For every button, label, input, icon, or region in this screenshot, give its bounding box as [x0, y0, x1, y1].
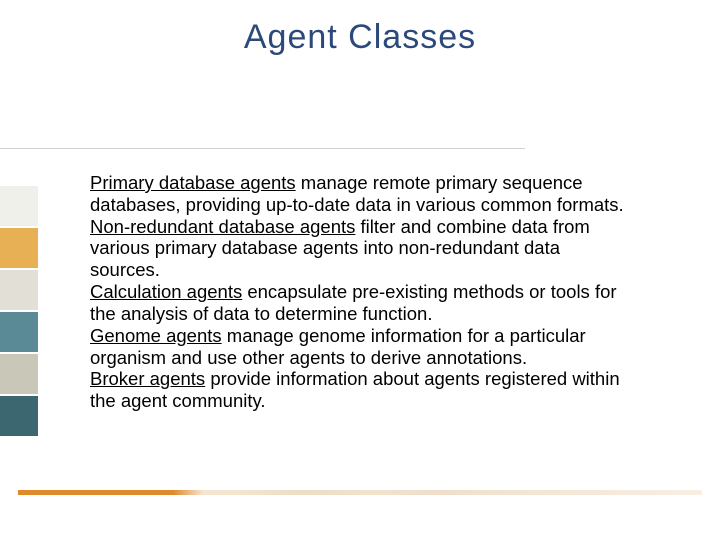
- item-1: Primary database agents manage remote pr…: [90, 172, 635, 216]
- footer-accent-segment: [18, 490, 173, 495]
- slide-title: Agent Classes: [0, 18, 720, 57]
- slide: Agent Classes Primary database agents ma…: [0, 0, 720, 540]
- item-label: Non-redundant database agents: [90, 216, 355, 237]
- item-label: Genome agents: [90, 325, 222, 346]
- item-5: Broker agents provide information about …: [90, 368, 635, 412]
- color-block: [0, 312, 38, 354]
- color-block: [0, 228, 38, 270]
- item-4: Genome agents manage genome information …: [90, 325, 635, 369]
- item-3: Calculation agents encapsulate pre-exist…: [90, 281, 635, 325]
- horizontal-divider: [0, 148, 525, 149]
- item-label: Broker agents: [90, 368, 205, 389]
- item-label: Calculation agents: [90, 281, 242, 302]
- item-label: Primary database agents: [90, 172, 296, 193]
- left-color-blocks: [0, 186, 38, 438]
- body-text: Primary database agents manage remote pr…: [90, 172, 635, 412]
- color-block: [0, 354, 38, 396]
- footer-accent-segment: [373, 490, 702, 495]
- item-2: Non-redundant database agents filter and…: [90, 216, 635, 281]
- color-block: [0, 270, 38, 312]
- footer-accent-segment: [233, 490, 373, 495]
- footer-accent-segment: [173, 490, 233, 495]
- footer-accent-line: [18, 490, 702, 495]
- color-block: [0, 396, 38, 438]
- color-block: [0, 186, 38, 228]
